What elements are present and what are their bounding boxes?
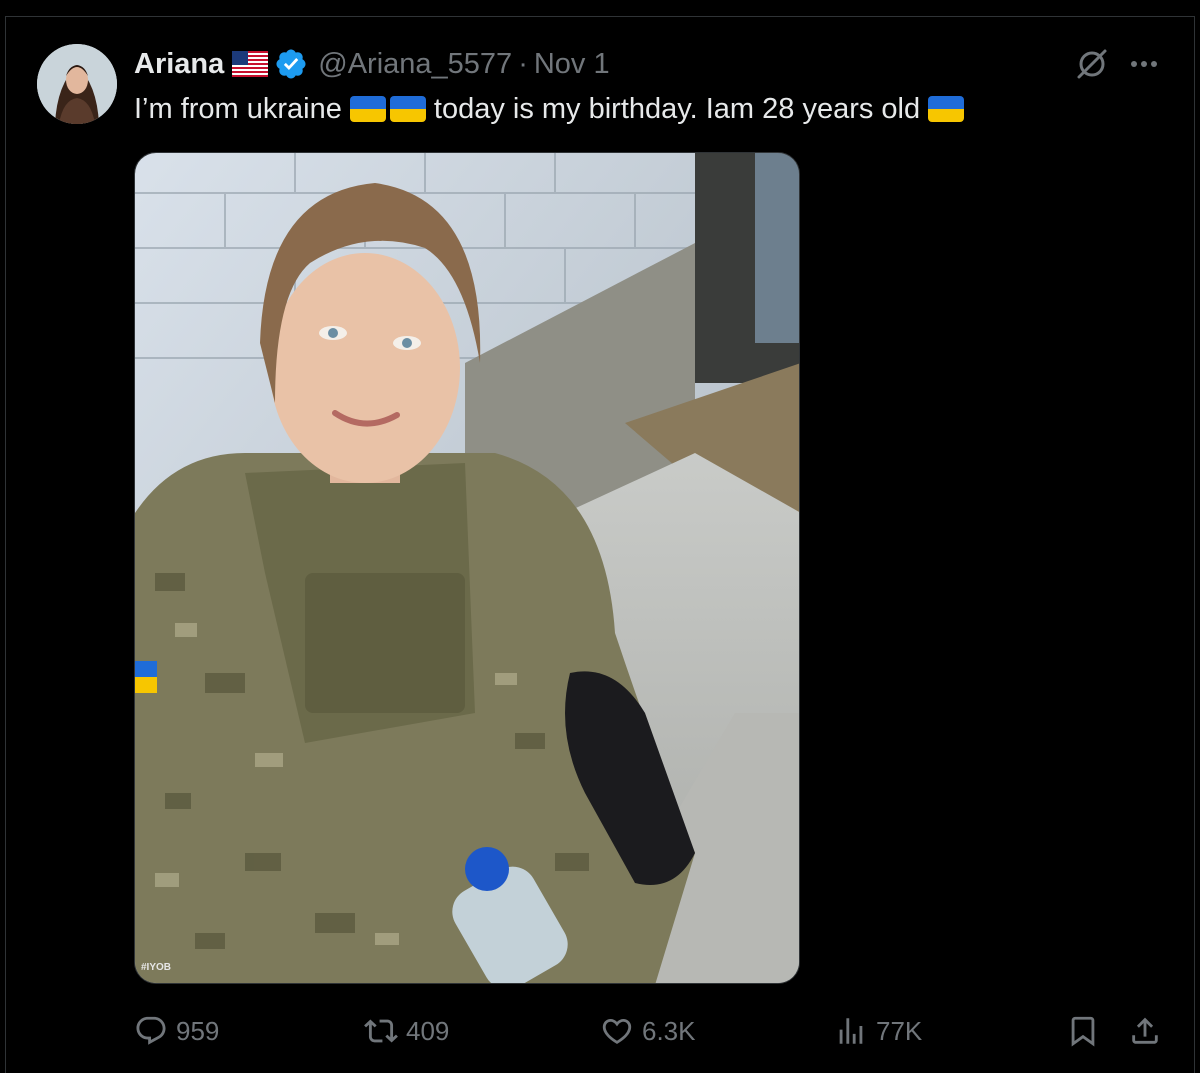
views-count: 77K: [876, 1015, 923, 1046]
more-icon[interactable]: [1126, 46, 1162, 82]
grok-icon[interactable]: [1074, 46, 1110, 82]
avatar[interactable]: [37, 44, 117, 124]
like-count: 6.3K: [642, 1015, 696, 1046]
repost-button[interactable]: 409: [364, 1010, 449, 1052]
reply-icon: [136, 1016, 166, 1045]
share-icon: [1132, 1017, 1158, 1044]
author-handle[interactable]: @Ariana_5577: [318, 48, 512, 81]
us-flag-icon: [232, 51, 269, 77]
header-separator: ·: [518, 47, 528, 80]
bookmark-icon: [1071, 1016, 1095, 1047]
verified-badge-icon[interactable]: [274, 47, 308, 81]
repost-count: 409: [406, 1015, 450, 1046]
post-text: I’m from ukraine today is my birthday. I…: [134, 90, 965, 128]
ukraine-flag-icon: [389, 96, 426, 122]
share-button[interactable]: [1128, 1010, 1170, 1052]
author-name[interactable]: Ariana: [134, 48, 224, 81]
reply-button[interactable]: 959: [134, 1010, 219, 1052]
post-media-image[interactable]: #IYOB: [134, 152, 800, 984]
post-text-part2: today is my birthday. Iam 28 years old: [433, 93, 921, 125]
reply-count: 959: [176, 1015, 220, 1046]
post-date[interactable]: Nov 1: [534, 48, 610, 81]
post-text-part1: I’m from ukraine: [134, 93, 342, 125]
ukraine-flag-icon: [928, 96, 965, 122]
post-header: Ariana @Ariana_5577 · Nov 1: [134, 42, 610, 86]
ukraine-flag-icon: [349, 96, 386, 122]
like-button[interactable]: 6.3K: [600, 1010, 696, 1052]
like-icon: [602, 1018, 632, 1044]
repost-icon: [364, 1019, 398, 1043]
bookmark-button[interactable]: [1066, 1010, 1108, 1052]
views-button[interactable]: 77K: [834, 1010, 922, 1052]
media-watermark: #IYOB: [141, 962, 172, 973]
views-icon: [839, 1018, 863, 1044]
